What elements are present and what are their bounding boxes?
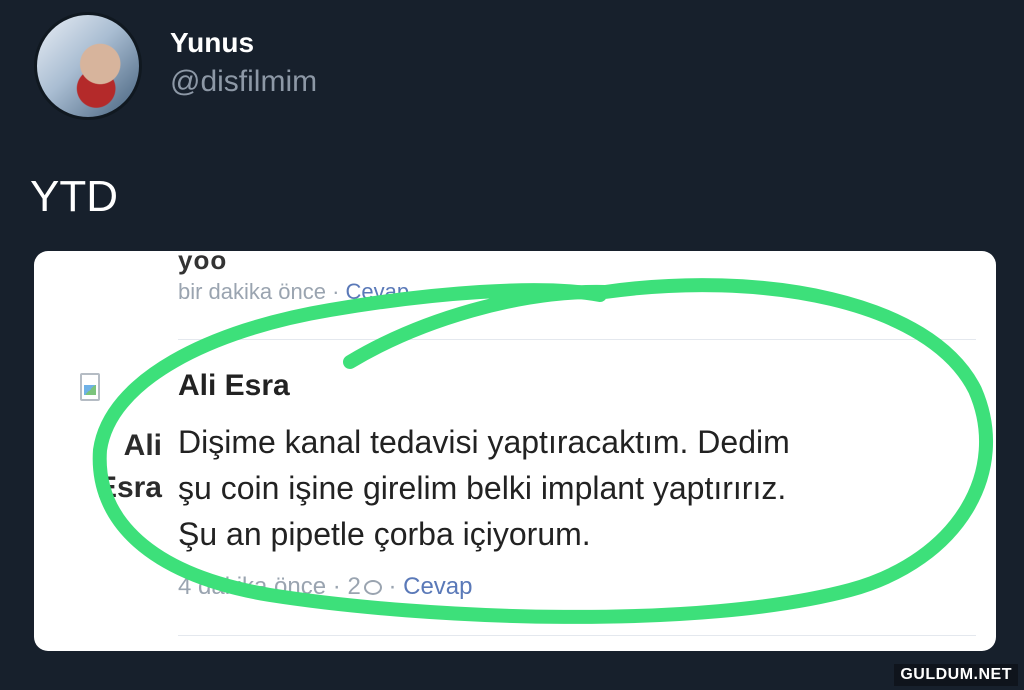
site-watermark: GULDUM.NET xyxy=(894,664,1018,686)
meta-separator: · xyxy=(326,573,348,600)
user-names: Yunus @disfilmim xyxy=(170,26,317,104)
avatar[interactable] xyxy=(34,12,142,120)
comment-time: 4 dakika önce xyxy=(178,573,327,600)
broken-image-icon xyxy=(80,373,100,401)
tweet-header: Yunus @disfilmim xyxy=(34,12,317,120)
comment-meta: 4 dakika önce · 2 · Cevap xyxy=(178,573,473,601)
previous-reply-link[interactable]: Cevap xyxy=(346,279,410,304)
comment-line: şu coin işine girelim belki implant yapt… xyxy=(178,470,787,506)
meta-separator: · xyxy=(325,279,346,304)
reply-link[interactable]: Cevap xyxy=(403,573,472,600)
reply-count: 2 xyxy=(347,573,361,600)
display-name[interactable]: Yunus xyxy=(170,26,317,60)
tweet-text: YTD xyxy=(30,172,118,221)
divider xyxy=(178,635,976,636)
meta-separator: · xyxy=(381,573,404,600)
commenter-name[interactable]: Ali Esra xyxy=(178,369,290,403)
partial-cut-text: yoo xyxy=(178,251,228,275)
previous-comment-time: bir dakika önce xyxy=(178,279,326,304)
comment-line: Şu an pipetle çorba içiyorum. xyxy=(178,516,591,552)
avatar-alt-text: Ali Esra xyxy=(76,425,162,509)
comment-bubble-icon xyxy=(363,580,382,596)
comment-body: Dişime kanal tedavisi yaptıracaktım. Ded… xyxy=(178,419,968,557)
alt-text-line: Esra xyxy=(96,471,162,504)
alt-text-line: Ali xyxy=(123,429,162,462)
previous-comment-meta: bir dakika önce · Cevap xyxy=(178,279,409,305)
comment-line: Dişime kanal tedavisi yaptıracaktım. Ded… xyxy=(178,424,790,460)
divider xyxy=(178,339,976,340)
embedded-comment-screenshot: yoo bir dakika önce · Cevap Ali Esra Ali… xyxy=(34,251,996,651)
user-handle[interactable]: @disfilmim xyxy=(170,60,317,104)
